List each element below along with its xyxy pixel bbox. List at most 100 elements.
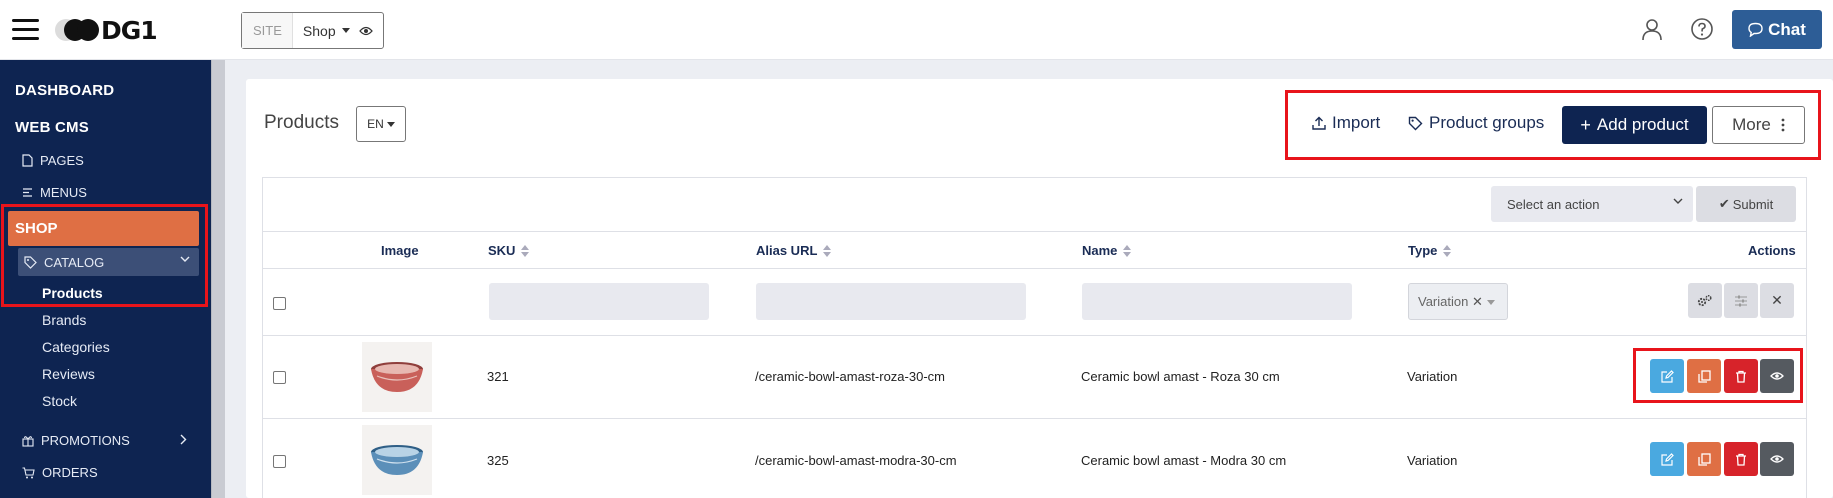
upload-icon xyxy=(1312,116,1326,130)
more-button[interactable]: More xyxy=(1712,106,1805,144)
filter-sliders-button[interactable] xyxy=(1724,283,1758,318)
duplicate-button[interactable] xyxy=(1687,442,1721,476)
chevron-down-icon xyxy=(386,121,395,127)
help-icon[interactable] xyxy=(1690,17,1714,41)
clear-filters-button[interactable]: ✕ xyxy=(1760,283,1794,318)
menu-lines-icon xyxy=(23,188,32,197)
product-image[interactable] xyxy=(362,425,432,495)
chat-label: Chat xyxy=(1768,19,1806,39)
sku-cell: 325 xyxy=(487,453,509,468)
delete-button[interactable] xyxy=(1724,442,1758,476)
site-label: SITE xyxy=(242,13,293,48)
sidebar-item-pages[interactable]: PAGES xyxy=(22,153,84,168)
trash-icon xyxy=(1736,370,1746,383)
alias-url-cell[interactable]: /ceramic-bowl-amast-roza-30-cm xyxy=(755,369,945,384)
tag-icon xyxy=(24,255,37,269)
edit-icon xyxy=(1660,369,1674,383)
edit-button[interactable] xyxy=(1650,359,1684,393)
row-divider xyxy=(262,268,1807,269)
sidebar-item-promotions[interactable]: PROMOTIONS xyxy=(22,433,130,448)
chat-button[interactable]: Chat xyxy=(1732,10,1822,49)
top-bar: DG1 SITE Shop Chat xyxy=(0,0,1833,60)
language-value: EN xyxy=(367,117,384,131)
hamburger-menu-icon[interactable] xyxy=(12,19,39,41)
select-all-checkbox[interactable] xyxy=(273,297,286,310)
column-header-sku[interactable]: SKU xyxy=(488,243,530,258)
column-header-name[interactable]: Name xyxy=(1082,243,1132,258)
product-image[interactable] xyxy=(362,342,432,412)
sidebar-item-menus[interactable]: MENUS xyxy=(22,185,87,200)
product-groups-button[interactable]: Product groups xyxy=(1408,113,1544,133)
submit-button[interactable]: ✔ Submit xyxy=(1696,186,1796,222)
eye-icon[interactable] xyxy=(359,25,373,37)
sidebar-item-web-cms[interactable]: WEB CMS xyxy=(15,119,89,136)
bulk-action-placeholder: Select an action xyxy=(1507,196,1600,212)
sidebar-item-products[interactable]: Products xyxy=(42,285,103,301)
sidebar-item-categories[interactable]: Categories xyxy=(42,339,110,355)
add-product-button[interactable]: + Add product xyxy=(1562,106,1707,144)
sidebar-item-catalog[interactable]: CATALOG xyxy=(18,248,199,276)
chevron-down-icon xyxy=(1673,198,1683,204)
sidebar-item-orders[interactable]: ORDERS xyxy=(22,465,98,480)
logo-mark-icon xyxy=(55,16,100,44)
sidebar-scrollbar[interactable] xyxy=(211,60,225,498)
sidebar-item-label: PAGES xyxy=(40,153,84,168)
sidebar-item-label: CATALOG xyxy=(44,254,105,270)
logo[interactable]: DG1 xyxy=(55,16,158,45)
sidebar-item-dashboard[interactable]: DASHBOARD xyxy=(15,82,114,99)
filter-settings-button[interactable] xyxy=(1688,283,1722,318)
name-filter-input[interactable] xyxy=(1082,283,1352,320)
sku-filter-input[interactable] xyxy=(489,283,709,320)
sku-cell: 321 xyxy=(487,369,509,384)
alias-filter-input[interactable] xyxy=(756,283,1026,320)
sort-icon xyxy=(823,244,832,257)
alias-url-cell[interactable]: /ceramic-bowl-amast-modra-30-cm xyxy=(755,453,957,468)
row-checkbox[interactable] xyxy=(273,371,286,384)
sort-icon xyxy=(1123,244,1132,257)
tag-icon xyxy=(1408,116,1423,130)
delete-button[interactable] xyxy=(1724,359,1758,393)
sidebar-item-shop[interactable]: SHOP xyxy=(8,211,199,246)
user-icon[interactable] xyxy=(1640,17,1664,41)
preview-button[interactable] xyxy=(1760,442,1794,476)
column-header-actions: Actions xyxy=(1748,243,1796,258)
gift-icon xyxy=(22,435,34,447)
bulk-action-select[interactable]: Select an action xyxy=(1491,186,1693,222)
preview-button[interactable] xyxy=(1760,359,1794,393)
column-header-type[interactable]: Type xyxy=(1408,243,1452,258)
sidebar-item-stock[interactable]: Stock xyxy=(42,393,77,409)
row-checkbox[interactable] xyxy=(273,455,286,468)
vertical-dots-icon xyxy=(1781,118,1785,132)
type-filter-select[interactable]: Variation ✕ xyxy=(1408,283,1508,320)
bowl-image xyxy=(371,445,423,475)
product-groups-label: Product groups xyxy=(1429,113,1545,132)
column-header-label: SKU xyxy=(488,243,516,258)
sidebar-item-reviews[interactable]: Reviews xyxy=(42,366,95,382)
more-label: More xyxy=(1732,115,1771,134)
column-header-label: Name xyxy=(1082,243,1118,258)
name-cell[interactable]: Ceramic bowl amast - Modra 30 cm xyxy=(1081,453,1286,468)
edit-button[interactable] xyxy=(1650,442,1684,476)
name-cell[interactable]: Ceramic bowl amast - Roza 30 cm xyxy=(1081,369,1280,384)
row-divider xyxy=(262,418,1807,419)
column-header-alias-url[interactable]: Alias URL xyxy=(756,243,832,258)
site-value[interactable]: Shop xyxy=(293,23,336,39)
column-header-label: Type xyxy=(1408,243,1438,258)
duplicate-button[interactable] xyxy=(1687,359,1721,393)
sliders-icon xyxy=(1735,295,1747,306)
import-button[interactable]: Import xyxy=(1312,113,1380,133)
sidebar-item-label: MENUS xyxy=(40,185,87,200)
sidebar-item-label: ORDERS xyxy=(42,465,98,480)
add-product-label: Add product xyxy=(1596,115,1689,134)
column-header-label: Alias URL xyxy=(756,243,818,258)
row-divider xyxy=(262,335,1807,336)
site-switcher[interactable]: SITE Shop xyxy=(241,12,384,49)
chat-bubble-icon xyxy=(1748,22,1763,37)
column-header-image: Image xyxy=(381,243,419,258)
sidebar-item-brands[interactable]: Brands xyxy=(42,312,86,328)
edit-icon xyxy=(1660,452,1674,466)
language-dropdown[interactable]: EN xyxy=(356,106,406,142)
clear-icon[interactable]: ✕ xyxy=(1472,294,1483,310)
cart-icon xyxy=(22,466,35,478)
sidebar-item-label: PROMOTIONS xyxy=(41,433,130,448)
